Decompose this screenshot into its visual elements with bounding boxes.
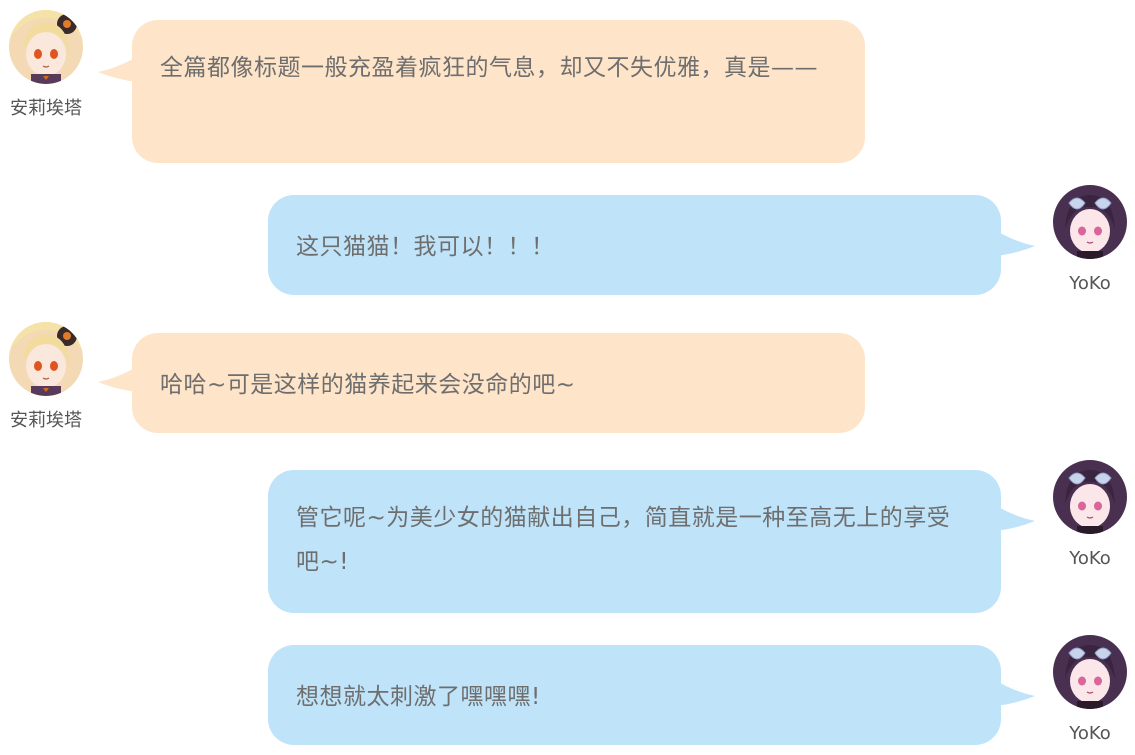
message-bubble[interactable]: 全篇都像标题一般充盈着疯狂的气息，却又不失优雅，真是—— — [132, 20, 865, 163]
message-text: 管它呢~为美少女的猫献出自己，简直就是一种至高无上的享受吧~! — [296, 505, 951, 575]
message-text: 想想就太刺激了嘿嘿嘿! — [296, 684, 541, 710]
message-bubble[interactable]: 管它呢~为美少女的猫献出自己，简直就是一种至高无上的享受吧~! — [268, 470, 1001, 613]
anime-girl-blonde-avatar-icon[interactable] — [9, 322, 83, 396]
sender-name: 安莉埃塔 — [10, 410, 82, 431]
sender-block: YoKo — [1045, 185, 1135, 294]
message-bubble[interactable]: 这只猫猫！我可以！！！ — [268, 195, 1001, 295]
bubble-tail — [995, 505, 1035, 531]
sender-block: 安莉埃塔 — [1, 322, 91, 432]
sender-block: YoKo — [1045, 635, 1135, 744]
anime-girl-purple-avatar-icon[interactable] — [1053, 460, 1127, 534]
bubble-tail — [995, 230, 1035, 256]
anime-girl-purple-avatar-icon[interactable] — [1053, 185, 1127, 259]
sender-name: YoKo — [1069, 273, 1111, 294]
message-text: 全篇都像标题一般充盈着疯狂的气息，却又不失优雅，真是—— — [160, 55, 818, 81]
sender-name: YoKo — [1069, 723, 1111, 744]
bubble-tail — [995, 680, 1035, 706]
sender-name: YoKo — [1069, 548, 1111, 569]
message-text: 哈哈~可是这样的猫养起来会没命的吧~ — [160, 372, 576, 398]
anime-girl-purple-avatar-icon[interactable] — [1053, 635, 1127, 709]
anime-girl-blonde-avatar-icon[interactable] — [9, 10, 83, 84]
message-bubble[interactable]: 想想就太刺激了嘿嘿嘿! — [268, 645, 1001, 745]
sender-block: 安莉埃塔 — [1, 10, 91, 120]
message-bubble[interactable]: 哈哈~可是这样的猫养起来会没命的吧~ — [132, 333, 865, 433]
message-text: 这只猫猫！我可以！！！ — [296, 234, 555, 260]
sender-block: YoKo — [1045, 460, 1135, 569]
sender-name: 安莉埃塔 — [10, 98, 82, 119]
